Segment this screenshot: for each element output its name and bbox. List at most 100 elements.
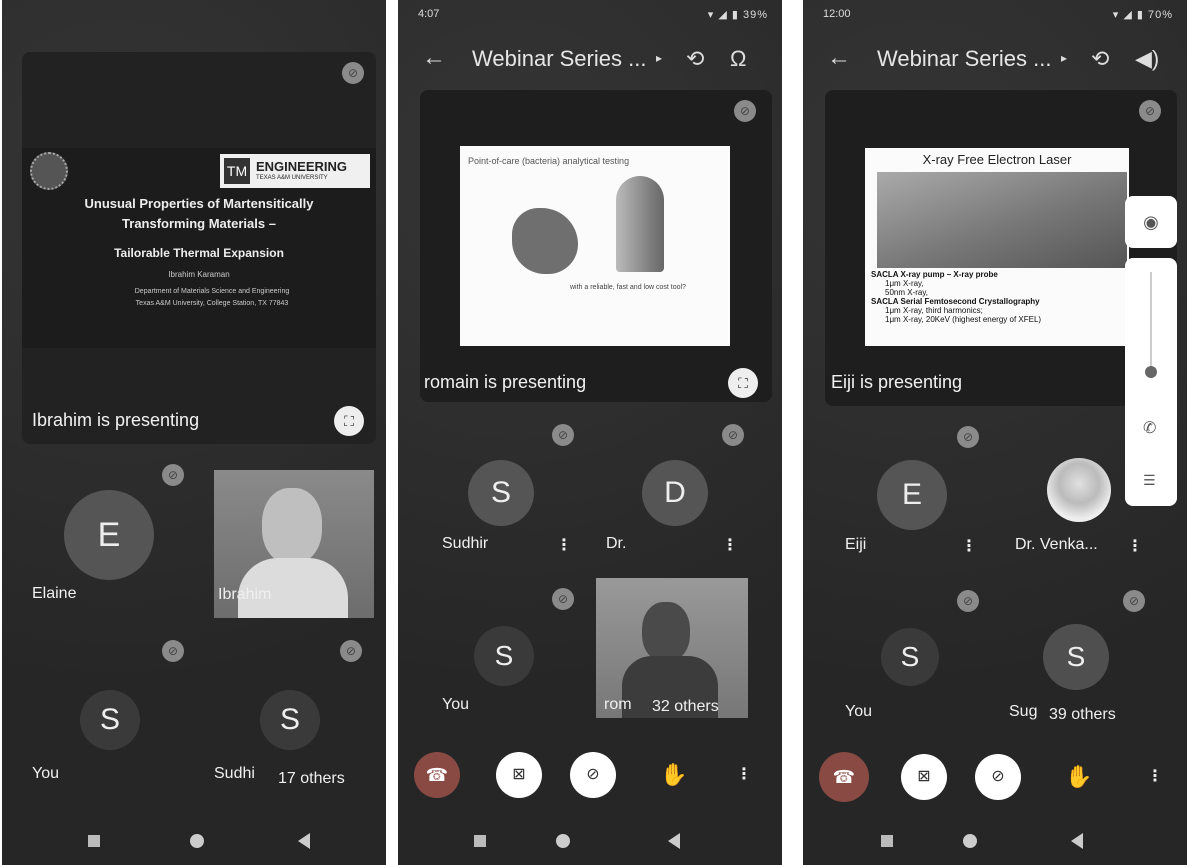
clock: 12:00 (823, 8, 851, 20)
ringer-mode-button[interactable]: ◉ (1125, 196, 1177, 248)
slide: Point-of-care (bacteria) analytical test… (460, 146, 730, 346)
android-nav-bar (2, 817, 386, 865)
bullet: 1μm X-ray, third harmonics; (885, 306, 983, 315)
raise-hand-icon[interactable]: ✋ (1065, 764, 1092, 790)
avatar: S (474, 626, 534, 686)
mic-muted-icon: ⊘ (342, 62, 364, 84)
participant-name: Elaine (32, 585, 77, 602)
chevron-right-icon[interactable]: ▸ (1061, 51, 1067, 65)
participant-name: rom (604, 696, 632, 713)
more-options-icon[interactable]: ⋮ (1127, 536, 1143, 556)
volume-slider[interactable]: ✆ ☰ (1125, 258, 1177, 506)
participant-name: You (845, 703, 872, 720)
back-icon[interactable] (298, 833, 310, 849)
fullscreen-button[interactable]: ⛶ (334, 406, 364, 436)
mic-off-button[interactable]: ⊘ (975, 754, 1021, 800)
slide-caption: with a reliable, fast and low cost tool? (570, 284, 686, 291)
participant-name: Dr. (606, 535, 627, 552)
avatar: S (80, 690, 140, 750)
raise-hand-icon[interactable]: ✋ (660, 762, 687, 788)
end-call-button[interactable]: ☎ (414, 752, 460, 798)
status-bar: 12:00 ▾ ◢ ▮ 70% (803, 0, 1187, 26)
top-bar: ← Webinar Series ... ▸ ⟲ Ω (398, 34, 782, 84)
back-icon[interactable] (668, 833, 680, 849)
mic-muted-icon: ⊘ (162, 464, 184, 486)
chevron-right-icon[interactable]: ▸ (656, 51, 662, 65)
logo-icon (30, 152, 68, 190)
speaker-icon[interactable]: ◀) (1135, 46, 1159, 72)
fullscreen-button[interactable]: ⛶ (728, 368, 758, 398)
camera-off-button[interactable]: ⊠ (901, 754, 947, 800)
avatar: D (642, 460, 708, 526)
slide-author: Ibrahim Karaman (168, 270, 230, 279)
participant-video: Ibrahim (214, 470, 374, 618)
others-count[interactable]: 32 others (652, 698, 719, 716)
participant-name: Sug (1009, 703, 1038, 720)
participant-name: Sudhi (214, 765, 255, 782)
meeting-title[interactable]: Webinar Series ... (877, 46, 1051, 72)
slide-bullets: SACLA X-ray pump – X-ray probe 1μm X-ray… (871, 270, 1127, 324)
back-icon[interactable] (1071, 833, 1083, 849)
bullet: SACLA X-ray pump – X-ray probe (871, 270, 998, 279)
recents-icon[interactable] (474, 835, 486, 847)
top-bar: ← Webinar Series ... ▸ ⟲ ◀) (803, 34, 1187, 84)
presenting-label: romain is presenting (424, 372, 587, 392)
bullet: 50nm X-ray, (885, 288, 928, 297)
presentation-tile[interactable]: ⊘ TM ENGINEERING TEXAS A&M UNIVERSITY Un… (22, 52, 376, 444)
slide-subtitle: Tailorable Thermal Expansion (114, 246, 284, 260)
settings-sliders-icon[interactable]: ☰ (1143, 472, 1156, 489)
slide-title: X-ray Free Electron Laser (922, 152, 1072, 167)
mic-muted-icon: ⊘ (722, 424, 744, 446)
bacteria-image (512, 208, 578, 274)
participant-name: You (32, 765, 59, 782)
engineering-logo: TM ENGINEERING TEXAS A&M UNIVERSITY (220, 154, 370, 188)
presenting-label: Eiji is presenting (831, 372, 963, 392)
mic-muted-icon: ⊘ (162, 640, 184, 662)
clock: 4:07 (418, 8, 440, 20)
others-count[interactable]: 17 others (278, 770, 345, 788)
back-arrow-icon[interactable]: ← (422, 44, 446, 72)
slide-title-2: Transforming Materials – (122, 216, 276, 231)
avatar: S (260, 690, 320, 750)
switch-camera-icon[interactable]: ⟲ (686, 46, 704, 72)
headphones-icon[interactable]: Ω (730, 46, 746, 72)
mic-muted-icon: ⊘ (957, 590, 979, 612)
home-icon[interactable] (963, 834, 977, 848)
recents-icon[interactable] (88, 835, 100, 847)
mic-off-button[interactable]: ⊘ (570, 752, 616, 798)
slide-affil-1: Department of Materials Science and Engi… (134, 288, 290, 295)
mic-muted-icon: ⊘ (734, 100, 756, 122)
avatar: E (64, 490, 154, 580)
presenting-label: Ibrahim is presenting (32, 410, 200, 430)
switch-camera-icon[interactable]: ⟲ (1091, 46, 1109, 72)
avatar: E (877, 460, 947, 530)
slide: TM ENGINEERING TEXAS A&M UNIVERSITY Unus… (22, 148, 376, 348)
participant-video: rom 32 others (596, 578, 748, 718)
more-options-icon[interactable]: ⋮ (722, 535, 738, 555)
meeting-title[interactable]: Webinar Series ... (472, 46, 646, 72)
camera-off-button[interactable]: ⊠ (496, 752, 542, 798)
more-options-icon[interactable]: ⋮ (1147, 766, 1163, 786)
finger-image (616, 176, 664, 272)
more-options-icon[interactable]: ⋮ (556, 535, 572, 555)
mic-muted-icon: ⊘ (552, 424, 574, 446)
home-icon[interactable] (190, 834, 204, 848)
android-nav-bar (803, 817, 1187, 865)
bullet: 1μm X-ray, 20KeV (highest energy of XFEL… (885, 315, 1042, 324)
slide-title-1: Unusual Properties of Martensitically (84, 196, 314, 211)
volume-knob[interactable] (1145, 366, 1157, 378)
home-icon[interactable] (556, 834, 570, 848)
back-arrow-icon[interactable]: ← (827, 44, 851, 72)
more-options-icon[interactable]: ⋮ (961, 536, 977, 556)
slide-title: Point-of-care (bacteria) analytical test… (468, 156, 630, 166)
more-options-icon[interactable]: ⋮ (736, 764, 752, 784)
call-volume-icon: ✆ (1143, 420, 1157, 437)
presentation-tile[interactable]: ⊘ Point-of-care (bacteria) analytical te… (420, 90, 772, 402)
participant-name: Ibrahim (218, 586, 272, 603)
volume-panel: ◉ ✆ ☰ (1125, 196, 1181, 508)
facility-photo (877, 172, 1127, 268)
end-call-button[interactable]: ☎ (819, 752, 869, 802)
others-count[interactable]: 39 others (1049, 706, 1116, 724)
recents-icon[interactable] (881, 835, 893, 847)
bullet: 1μm X-ray, (885, 279, 924, 288)
